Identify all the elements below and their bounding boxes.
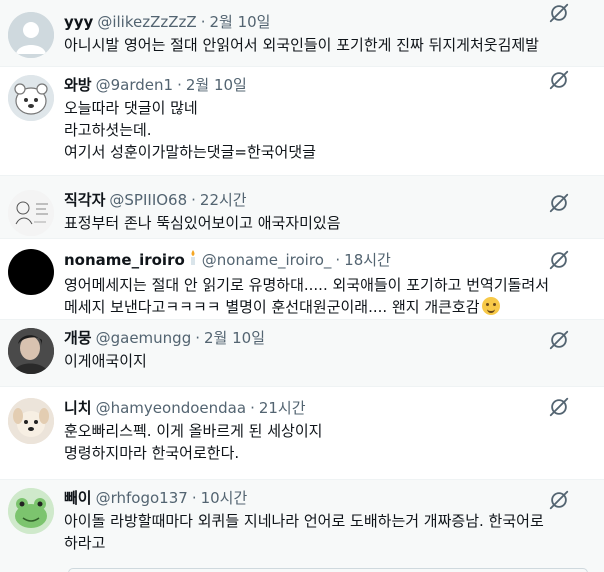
tweet-text: 오늘따라 댓글이 많네 라고하셧는데. 여기서 성훈이가말하는댓글=한국어댓글 xyxy=(64,99,316,161)
reply-tweet[interactable]: noname_iroiro @noname_iroiro_ · 18시간 영어메… xyxy=(0,239,604,319)
display-name[interactable]: noname_iroiro xyxy=(64,250,185,270)
tweet-header: 빼이 @rhfogo137 · 10시간 xyxy=(64,488,564,508)
tweet-text: 영어메세지는 절대 안 읽기로 유명하대..... 외국애들이 포기하고 번역기… xyxy=(64,274,564,318)
user-handle[interactable]: @noname_iroiro_ xyxy=(202,250,332,270)
display-name[interactable]: 개뭉 xyxy=(64,328,92,348)
tweet-text: 아니시발 영어는 절대 안읽어서 외국인들이 포기한게 진짜 뒤지게처웃김제발 xyxy=(64,36,539,54)
tweet-header: yyy @ilikezZzZzZ · 2월 10일 xyxy=(64,12,564,32)
mute-icon[interactable] xyxy=(548,2,570,24)
tweet-body: yyy @ilikezZzZzZ · 2월 10일 아니시발 영어는 절대 안읽… xyxy=(64,12,604,66)
user-handle[interactable]: @9arden1 xyxy=(96,75,173,95)
tweet-text: 표정부터 존나 뚝심있어보이고 애국자미있음 xyxy=(64,214,341,232)
tweet-text: 훈오빠리스펙. 이게 올바르게 된 세상이지 명령하지마라 한국어로한다. xyxy=(64,422,323,462)
sketch-avatar-icon xyxy=(8,190,54,236)
tweet-body: 니치 @hamyeondoendaa · 21시간 훈오빠리스펙. 이게 올바르… xyxy=(64,398,604,479)
timestamp[interactable]: 2월 10일 xyxy=(209,12,270,32)
tweet-header: 개뭉 @gaemungg · 2월 10일 xyxy=(64,328,564,348)
mute-icon[interactable] xyxy=(548,489,570,511)
avatar[interactable] xyxy=(8,488,54,534)
separator: · xyxy=(335,251,341,269)
timestamp[interactable]: 18시간 xyxy=(344,250,391,270)
tweet-header: 와방 @9arden1 · 2월 10일 xyxy=(64,75,564,95)
separator: · xyxy=(195,329,201,347)
timestamp[interactable]: 10시간 xyxy=(201,488,248,508)
candle-badge-icon xyxy=(188,249,198,272)
separator: · xyxy=(191,489,197,507)
mute-icon[interactable] xyxy=(548,396,570,418)
display-name[interactable]: 직각자 xyxy=(64,190,105,210)
avatar[interactable] xyxy=(8,12,54,58)
timestamp[interactable]: 2월 10일 xyxy=(186,75,247,95)
display-name[interactable]: 와방 xyxy=(64,75,92,95)
mute-icon[interactable] xyxy=(548,192,570,214)
reply-tweet[interactable]: yyy @ilikezZzZzZ · 2월 10일 아니시발 영어는 절대 안읽… xyxy=(0,0,604,66)
pleading-face-emoji-icon xyxy=(481,297,500,315)
photo-avatar-icon xyxy=(8,328,54,374)
tweet-header: 니치 @hamyeondoendaa · 21시간 xyxy=(64,398,564,418)
media-preview-edge xyxy=(68,568,588,572)
cartoon-avatar-icon xyxy=(8,75,54,121)
reply-tweet[interactable]: 와방 @9arden1 · 2월 10일 오늘따라 댓글이 많네 라고하셧는데.… xyxy=(0,67,604,175)
reply-tweet[interactable]: 직각자 @SPIIIO68 · 22시간 표정부터 존나 뚝심있어보이고 애국자… xyxy=(0,176,604,238)
avatar[interactable] xyxy=(8,190,54,236)
tweet-text: 이게애국이지 xyxy=(64,352,147,370)
display-name[interactable]: 니치 xyxy=(64,398,92,418)
avatar[interactable] xyxy=(8,249,54,295)
user-handle[interactable]: @rhfogo137 xyxy=(96,488,188,508)
tweet-body: 빼이 @rhfogo137 · 10시간 아이돌 라방할때마다 외퀴들 지네나라… xyxy=(64,488,604,572)
avatar[interactable] xyxy=(8,75,54,121)
tweet-body: 와방 @9arden1 · 2월 10일 오늘따라 댓글이 많네 라고하셧는데.… xyxy=(64,75,604,175)
frog-avatar-icon xyxy=(8,488,54,534)
default-avatar-icon xyxy=(8,12,54,58)
tweet-body: 개뭉 @gaemungg · 2월 10일 이게애국이지 xyxy=(64,328,604,386)
timestamp[interactable]: 21시간 xyxy=(259,398,306,418)
tweet-header: noname_iroiro @noname_iroiro_ · 18시간 xyxy=(64,249,564,272)
reply-tweet[interactable]: 개뭉 @gaemungg · 2월 10일 이게애국이지 xyxy=(0,320,604,386)
mute-icon[interactable] xyxy=(548,69,570,91)
timestamp[interactable]: 2월 10일 xyxy=(204,328,265,348)
separator: · xyxy=(250,399,255,417)
display-name[interactable]: 빼이 xyxy=(64,488,92,508)
separator: · xyxy=(191,191,196,209)
user-handle[interactable]: @SPIIIO68 xyxy=(109,190,187,210)
tweet-body: 직각자 @SPIIIO68 · 22시간 표정부터 존나 뚝심있어보이고 애국자… xyxy=(64,190,604,238)
tweet-text: 아이돌 라방할때마다 외퀴들 지네나라 언어로 도배하는거 개짜증남. 한국어로… xyxy=(64,512,544,552)
puppy-avatar-icon xyxy=(8,398,54,444)
mute-icon[interactable] xyxy=(548,249,570,271)
separator: · xyxy=(200,13,206,31)
mute-icon[interactable] xyxy=(548,329,570,351)
tweet-body: noname_iroiro @noname_iroiro_ · 18시간 영어메… xyxy=(64,249,604,319)
timestamp[interactable]: 22시간 xyxy=(200,190,247,210)
tweet-header: 직각자 @SPIIIO68 · 22시간 xyxy=(64,190,564,210)
avatar[interactable] xyxy=(8,398,54,444)
user-handle[interactable]: @gaemungg xyxy=(96,328,192,348)
user-handle[interactable]: @ilikezZzZzZ xyxy=(97,12,196,32)
reply-tweet[interactable]: 니치 @hamyeondoendaa · 21시간 훈오빠리스펙. 이게 올바르… xyxy=(0,387,604,479)
avatar[interactable] xyxy=(8,328,54,374)
display-name[interactable]: yyy xyxy=(64,12,93,32)
user-handle[interactable]: @hamyeondoendaa xyxy=(96,398,246,418)
reply-tweet[interactable]: 빼이 @rhfogo137 · 10시간 아이돌 라방할때마다 외퀴들 지네나라… xyxy=(0,480,604,572)
tweet-text-content: 영어메세지는 절대 안 읽기로 유명하대..... 외국애들이 포기하고 번역기… xyxy=(64,276,550,316)
separator: · xyxy=(177,76,182,94)
